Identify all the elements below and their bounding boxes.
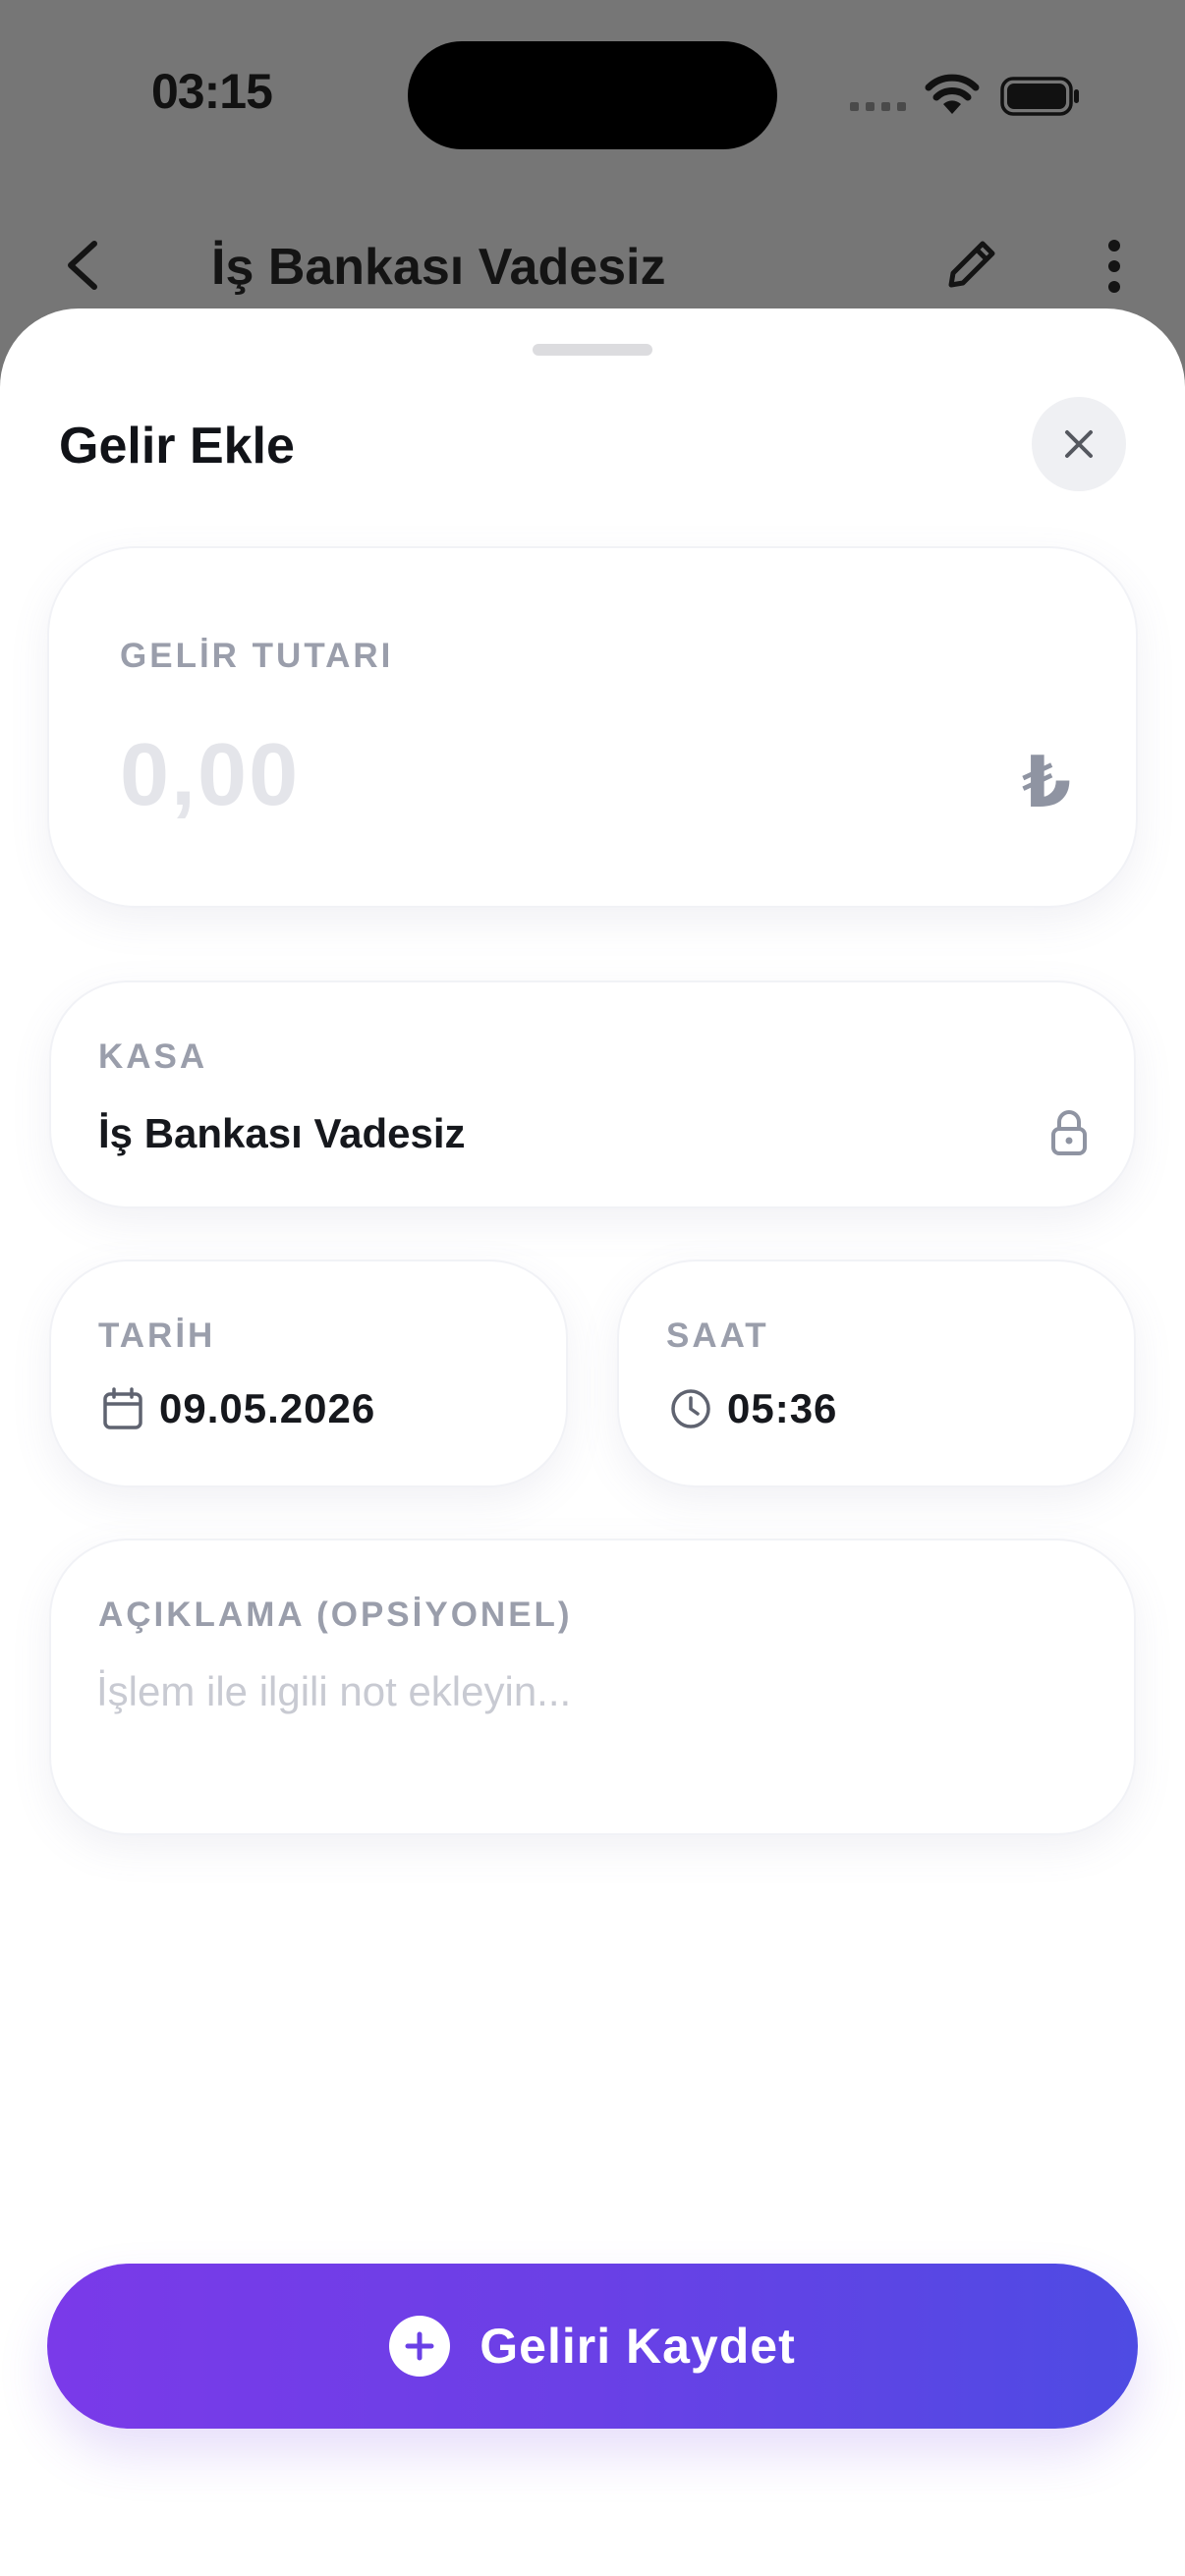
status-time: 03:15 [151, 64, 273, 119]
plus-circle-icon [389, 2316, 451, 2377]
more-vertical-icon[interactable] [1100, 236, 1128, 297]
calendar-icon [103, 1387, 142, 1429]
time-value: 05:36 [727, 1385, 838, 1431]
time-label: SAAT [666, 1316, 769, 1355]
date-value: 09.05.2026 [159, 1385, 376, 1431]
description-field[interactable]: AÇIKLAMA (OPSİYONEL) [49, 1539, 1136, 1835]
page-title: İş Bankası Vadesiz [211, 239, 666, 296]
date-picker[interactable]: TARİH 09.05.2026 [49, 1260, 568, 1487]
description-input[interactable] [96, 1662, 1059, 1721]
dynamic-island [408, 41, 777, 149]
date-row: 09.05.2026 [102, 1385, 375, 1432]
kasa-field: KASA İş Bankası Vadesiz [49, 980, 1136, 1208]
add-income-sheet: Gelir Ekle GELİR TUTARI 0,00 ₺ KASA İş B… [0, 308, 1185, 2576]
pencil-icon[interactable] [941, 234, 1002, 295]
description-label: AÇIKLAMA (OPSİYONEL) [98, 1596, 573, 1634]
currency-symbol: ₺ [1022, 744, 1072, 822]
signal-icon [850, 102, 906, 111]
close-button[interactable] [1032, 397, 1126, 491]
sheet-handle[interactable] [533, 344, 652, 356]
time-picker[interactable]: SAAT 05:36 [617, 1260, 1136, 1487]
amount-label: GELİR TUTARI [120, 637, 394, 675]
sheet-title: Gelir Ekle [59, 418, 295, 475]
kasa-value: İş Bankası Vadesiz [98, 1110, 466, 1156]
screen: 03:15 İş Bankası Vadesiz Gelir Ekle GELİ… [0, 0, 1185, 2576]
amount-card[interactable]: GELİR TUTARI 0,00 ₺ [47, 546, 1138, 908]
wifi-icon [925, 74, 980, 114]
save-button-label: Geliri Kaydet [480, 2319, 796, 2374]
amount-input[interactable]: 0,00 [120, 725, 300, 826]
kasa-label: KASA [98, 1037, 208, 1076]
lock-icon [1051, 1110, 1087, 1155]
battery-icon [1000, 77, 1079, 116]
time-row: 05:36 [670, 1385, 837, 1432]
back-arrow-icon[interactable] [59, 236, 108, 295]
close-icon [1065, 430, 1093, 458]
clock-icon [671, 1389, 710, 1428]
date-label: TARİH [98, 1316, 216, 1355]
save-income-button[interactable]: Geliri Kaydet [47, 2264, 1138, 2429]
